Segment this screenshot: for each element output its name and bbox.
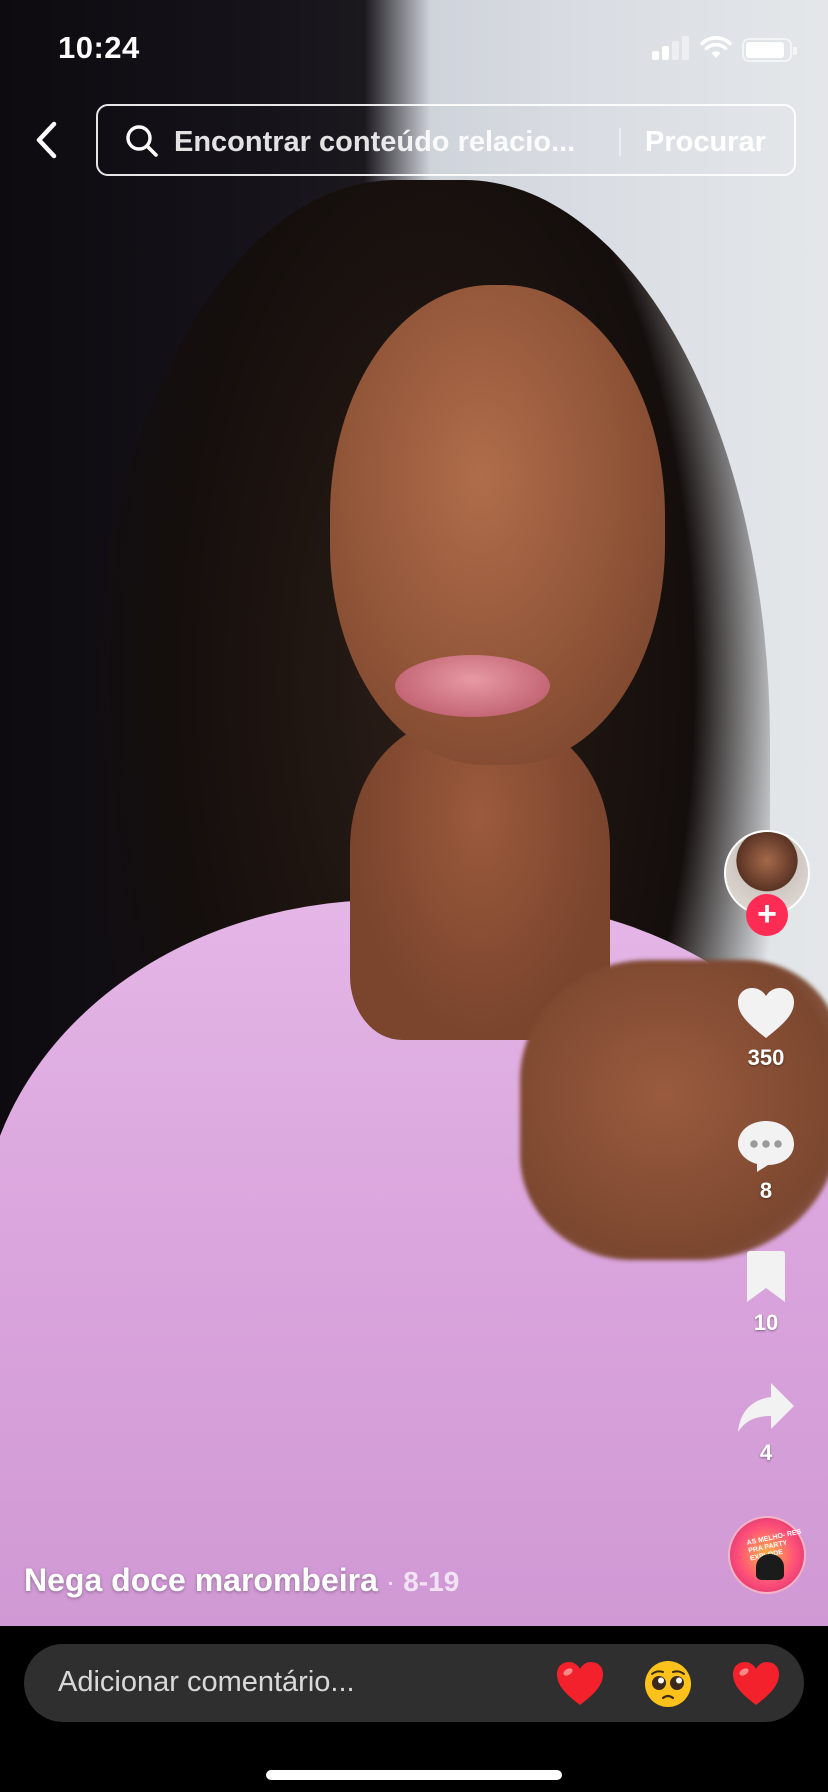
search-bar[interactable]: Encontrar conteúdo relacio... Procurar [96, 104, 796, 176]
video-lips [395, 655, 550, 717]
search-divider [619, 128, 621, 156]
cellular-signal-icon [652, 36, 690, 60]
share-arrow-icon [738, 1383, 794, 1432]
status-time: 10:24 [58, 30, 140, 65]
comment-input[interactable]: Adicionar comentário... [24, 1644, 804, 1722]
save-count: 10 [753, 1310, 779, 1335]
bottom-bar: Adicionar comentário... [0, 1626, 828, 1792]
post-date: 8-19 [403, 1566, 460, 1597]
comment-placeholder: Adicionar comentário... [58, 1666, 355, 1698]
comment-button[interactable]: 8 [718, 1118, 814, 1204]
heart-emoji-icon[interactable] [554, 1658, 606, 1710]
search-icon [126, 125, 158, 157]
like-count: 350 [747, 1045, 785, 1070]
comment-count: 8 [759, 1178, 773, 1203]
headphones-icon [756, 1554, 784, 1580]
share-button[interactable]: 4 [718, 1380, 814, 1466]
search-input[interactable]: Encontrar conteúdo relacio... [174, 126, 575, 159]
battery-icon [742, 38, 797, 62]
video-player[interactable] [0, 0, 828, 1626]
save-button[interactable]: 10 [718, 1250, 814, 1336]
caption-separator: · [385, 1566, 396, 1597]
author-name[interactable]: Nega doce marombeira [24, 1562, 378, 1599]
post-caption: Nega doce marombeira · 8-19 [24, 1562, 459, 1599]
status-bar: 10:24 [0, 0, 828, 100]
bookmark-icon [747, 1251, 785, 1302]
search-button[interactable]: Procurar [645, 126, 766, 159]
heart-emoji-icon[interactable] [730, 1658, 782, 1710]
follow-button[interactable]: + [746, 894, 788, 936]
music-disc[interactable]: AS MELHO- RES PRA PARTY EXPLODE [728, 1516, 806, 1594]
like-button[interactable]: 350 [718, 985, 814, 1071]
chevron-left-icon [36, 121, 57, 159]
heart-icon [738, 988, 794, 1038]
home-indicator[interactable] [266, 1770, 562, 1780]
share-count: 4 [759, 1440, 773, 1465]
wifi-icon [700, 36, 732, 58]
pleading-face-emoji-icon[interactable] [642, 1658, 694, 1710]
back-button[interactable] [26, 118, 66, 162]
comment-bubble-icon [738, 1121, 794, 1172]
